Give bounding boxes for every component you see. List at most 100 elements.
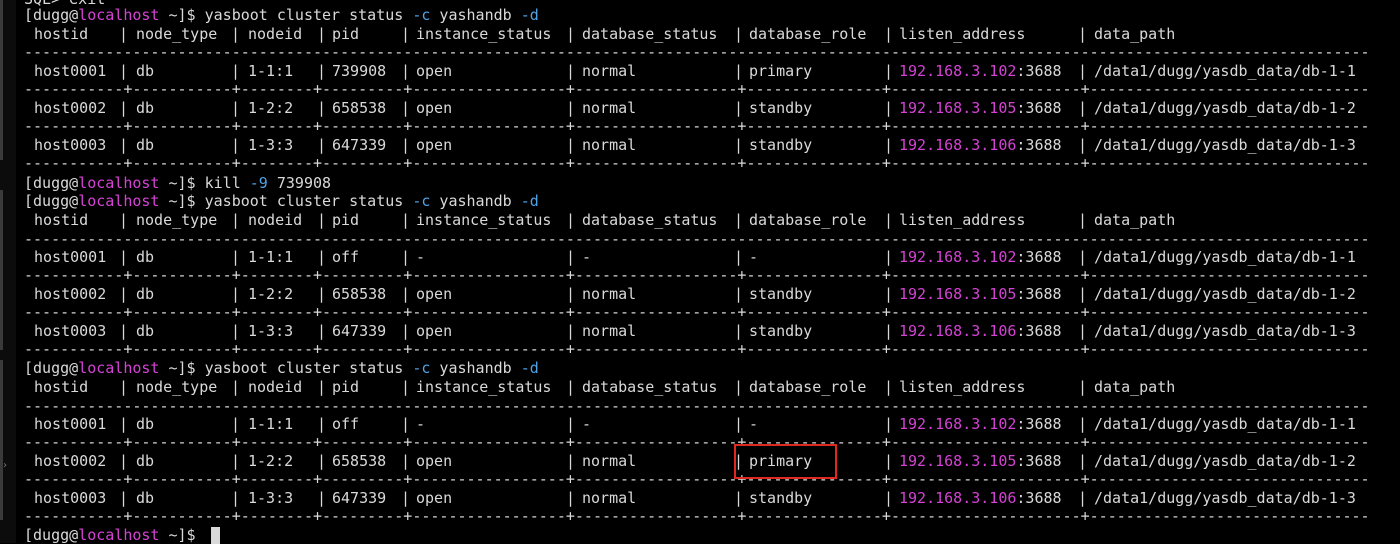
cell-nodeid: 1-1:1 xyxy=(248,248,294,266)
cell-pid: 739908 xyxy=(332,62,387,80)
port-number: :3688 xyxy=(1016,62,1062,80)
column-separator: | xyxy=(401,136,411,154)
gutter-marker xyxy=(0,360,3,520)
cell-listen-address: 192.168.3.102:3688 xyxy=(899,248,1062,266)
column-separator: | xyxy=(119,489,129,507)
prompt-host: localhost xyxy=(78,359,160,377)
cell-node-type: db xyxy=(136,285,155,303)
column-separator: | xyxy=(884,285,894,303)
port-number: :3688 xyxy=(1016,285,1062,303)
column-separator: | xyxy=(566,99,576,117)
column-separator: | xyxy=(1078,452,1088,470)
column-separator: | xyxy=(1078,322,1088,340)
cell-database-status: normal xyxy=(582,489,637,507)
column-separator: | xyxy=(317,322,327,340)
column-separator: | xyxy=(119,415,129,433)
column-separator: | xyxy=(1078,25,1088,43)
cell-database-role: standby xyxy=(749,285,813,303)
port-number: :3688 xyxy=(1016,489,1062,507)
column-separator: | xyxy=(734,136,744,154)
column-separator: | xyxy=(884,378,894,396)
column-separator: | xyxy=(119,452,129,470)
prompt-bracket-open: [ xyxy=(24,6,34,24)
cell-listen-address: 192.168.3.105:3688 xyxy=(899,452,1062,470)
column-separator: | xyxy=(119,248,129,266)
cell-hostid: host0002 xyxy=(34,452,107,470)
cell-hostid: host0001 xyxy=(34,62,107,80)
command-argument: yashandb xyxy=(430,6,521,24)
column-separator: | xyxy=(119,99,129,117)
column-header-pid: pid xyxy=(332,378,360,396)
column-separator: | xyxy=(884,211,894,229)
cell-pid: 647339 xyxy=(332,489,387,507)
column-header-instance-status: instance_status xyxy=(416,25,552,43)
prompt-host: localhost xyxy=(78,192,160,210)
column-separator: | xyxy=(1078,378,1088,396)
column-separator: | xyxy=(566,378,576,396)
column-separator: | xyxy=(734,62,744,80)
column-separator: | xyxy=(231,99,241,117)
column-separator: | xyxy=(119,322,129,340)
column-separator: | xyxy=(401,452,411,470)
cell-node-type: db xyxy=(136,136,155,154)
ip-address: 192.168.3.102 xyxy=(899,415,1017,433)
column-header-nodeid: nodeid xyxy=(248,211,303,229)
column-separator: | xyxy=(231,415,241,433)
row-divider: -----------+-----------+--------+-------… xyxy=(24,84,1370,94)
cell-data-path: /data1/dugg/yasdb_data/db-1-3 xyxy=(1094,322,1356,340)
column-separator: | xyxy=(231,136,241,154)
cell-node-type: db xyxy=(136,99,155,117)
column-separator: | xyxy=(317,62,327,80)
cell-listen-address: 192.168.3.105:3688 xyxy=(899,99,1062,117)
prompt-at: @ xyxy=(69,174,79,192)
column-header-listen-address: listen_address xyxy=(899,378,1026,396)
column-separator: | xyxy=(317,25,327,43)
ip-address: 192.168.3.106 xyxy=(899,322,1017,340)
column-separator: | xyxy=(734,211,744,229)
cell-hostid: host0001 xyxy=(34,415,107,433)
column-separator: | xyxy=(1078,248,1088,266)
column-header-data-path: data_path xyxy=(1094,378,1176,396)
cell-hostid: host0003 xyxy=(34,322,107,340)
column-separator: | xyxy=(734,285,744,303)
column-separator: | xyxy=(231,25,241,43)
column-separator: | xyxy=(401,285,411,303)
row-divider: -----------+-----------+--------+-------… xyxy=(24,437,1370,447)
cell-nodeid: 1-3:3 xyxy=(248,322,294,340)
cell-data-path: /data1/dugg/yasdb_data/db-1-3 xyxy=(1094,489,1356,507)
column-separator: | xyxy=(734,489,744,507)
column-separator: | xyxy=(317,415,327,433)
column-separator: | xyxy=(566,285,576,303)
column-separator: | xyxy=(231,378,241,396)
column-header-node-type: node_type xyxy=(136,211,218,229)
column-separator: | xyxy=(231,285,241,303)
cell-nodeid: 1-3:3 xyxy=(248,136,294,154)
prompt-user: dugg xyxy=(33,526,70,544)
cell-data-path: /data1/dugg/yasdb_data/db-1-2 xyxy=(1094,452,1356,470)
column-header-database-status: database_status xyxy=(582,25,718,43)
column-separator: | xyxy=(231,248,241,266)
cell-node-type: db xyxy=(136,322,155,340)
cell-pid: 658538 xyxy=(332,99,387,117)
command-flag: -c xyxy=(412,359,431,377)
command-flag: -c xyxy=(412,192,431,210)
prompt-line: [dugg@localhost ~]$ yasboot cluster stat… xyxy=(24,192,539,210)
column-header-node-type: node_type xyxy=(136,378,218,396)
cell-instance-status: - xyxy=(416,415,426,433)
header-divider: ----------------------------------------… xyxy=(24,401,1370,411)
column-separator: | xyxy=(317,285,327,303)
terminal-window[interactable]: SQL> exit [dugg@localhost ~]$ yasboot cl… xyxy=(0,0,1400,544)
prompt-path: ~]$ xyxy=(159,526,205,544)
cell-instance-status: open xyxy=(416,489,453,507)
cell-pid: 658538 xyxy=(332,452,387,470)
command-argument: yashandb xyxy=(430,359,521,377)
row-divider: -----------+-----------+--------+-------… xyxy=(24,270,1370,280)
prompt-user: dugg xyxy=(33,6,70,24)
column-header-hostid: hostid xyxy=(34,378,89,396)
cell-instance-status: - xyxy=(416,248,426,266)
column-separator: | xyxy=(119,378,129,396)
prompt-path: ~]$ xyxy=(159,359,205,377)
column-header-instance-status: instance_status xyxy=(416,378,552,396)
column-separator: | xyxy=(1078,62,1088,80)
column-separator: | xyxy=(401,62,411,80)
